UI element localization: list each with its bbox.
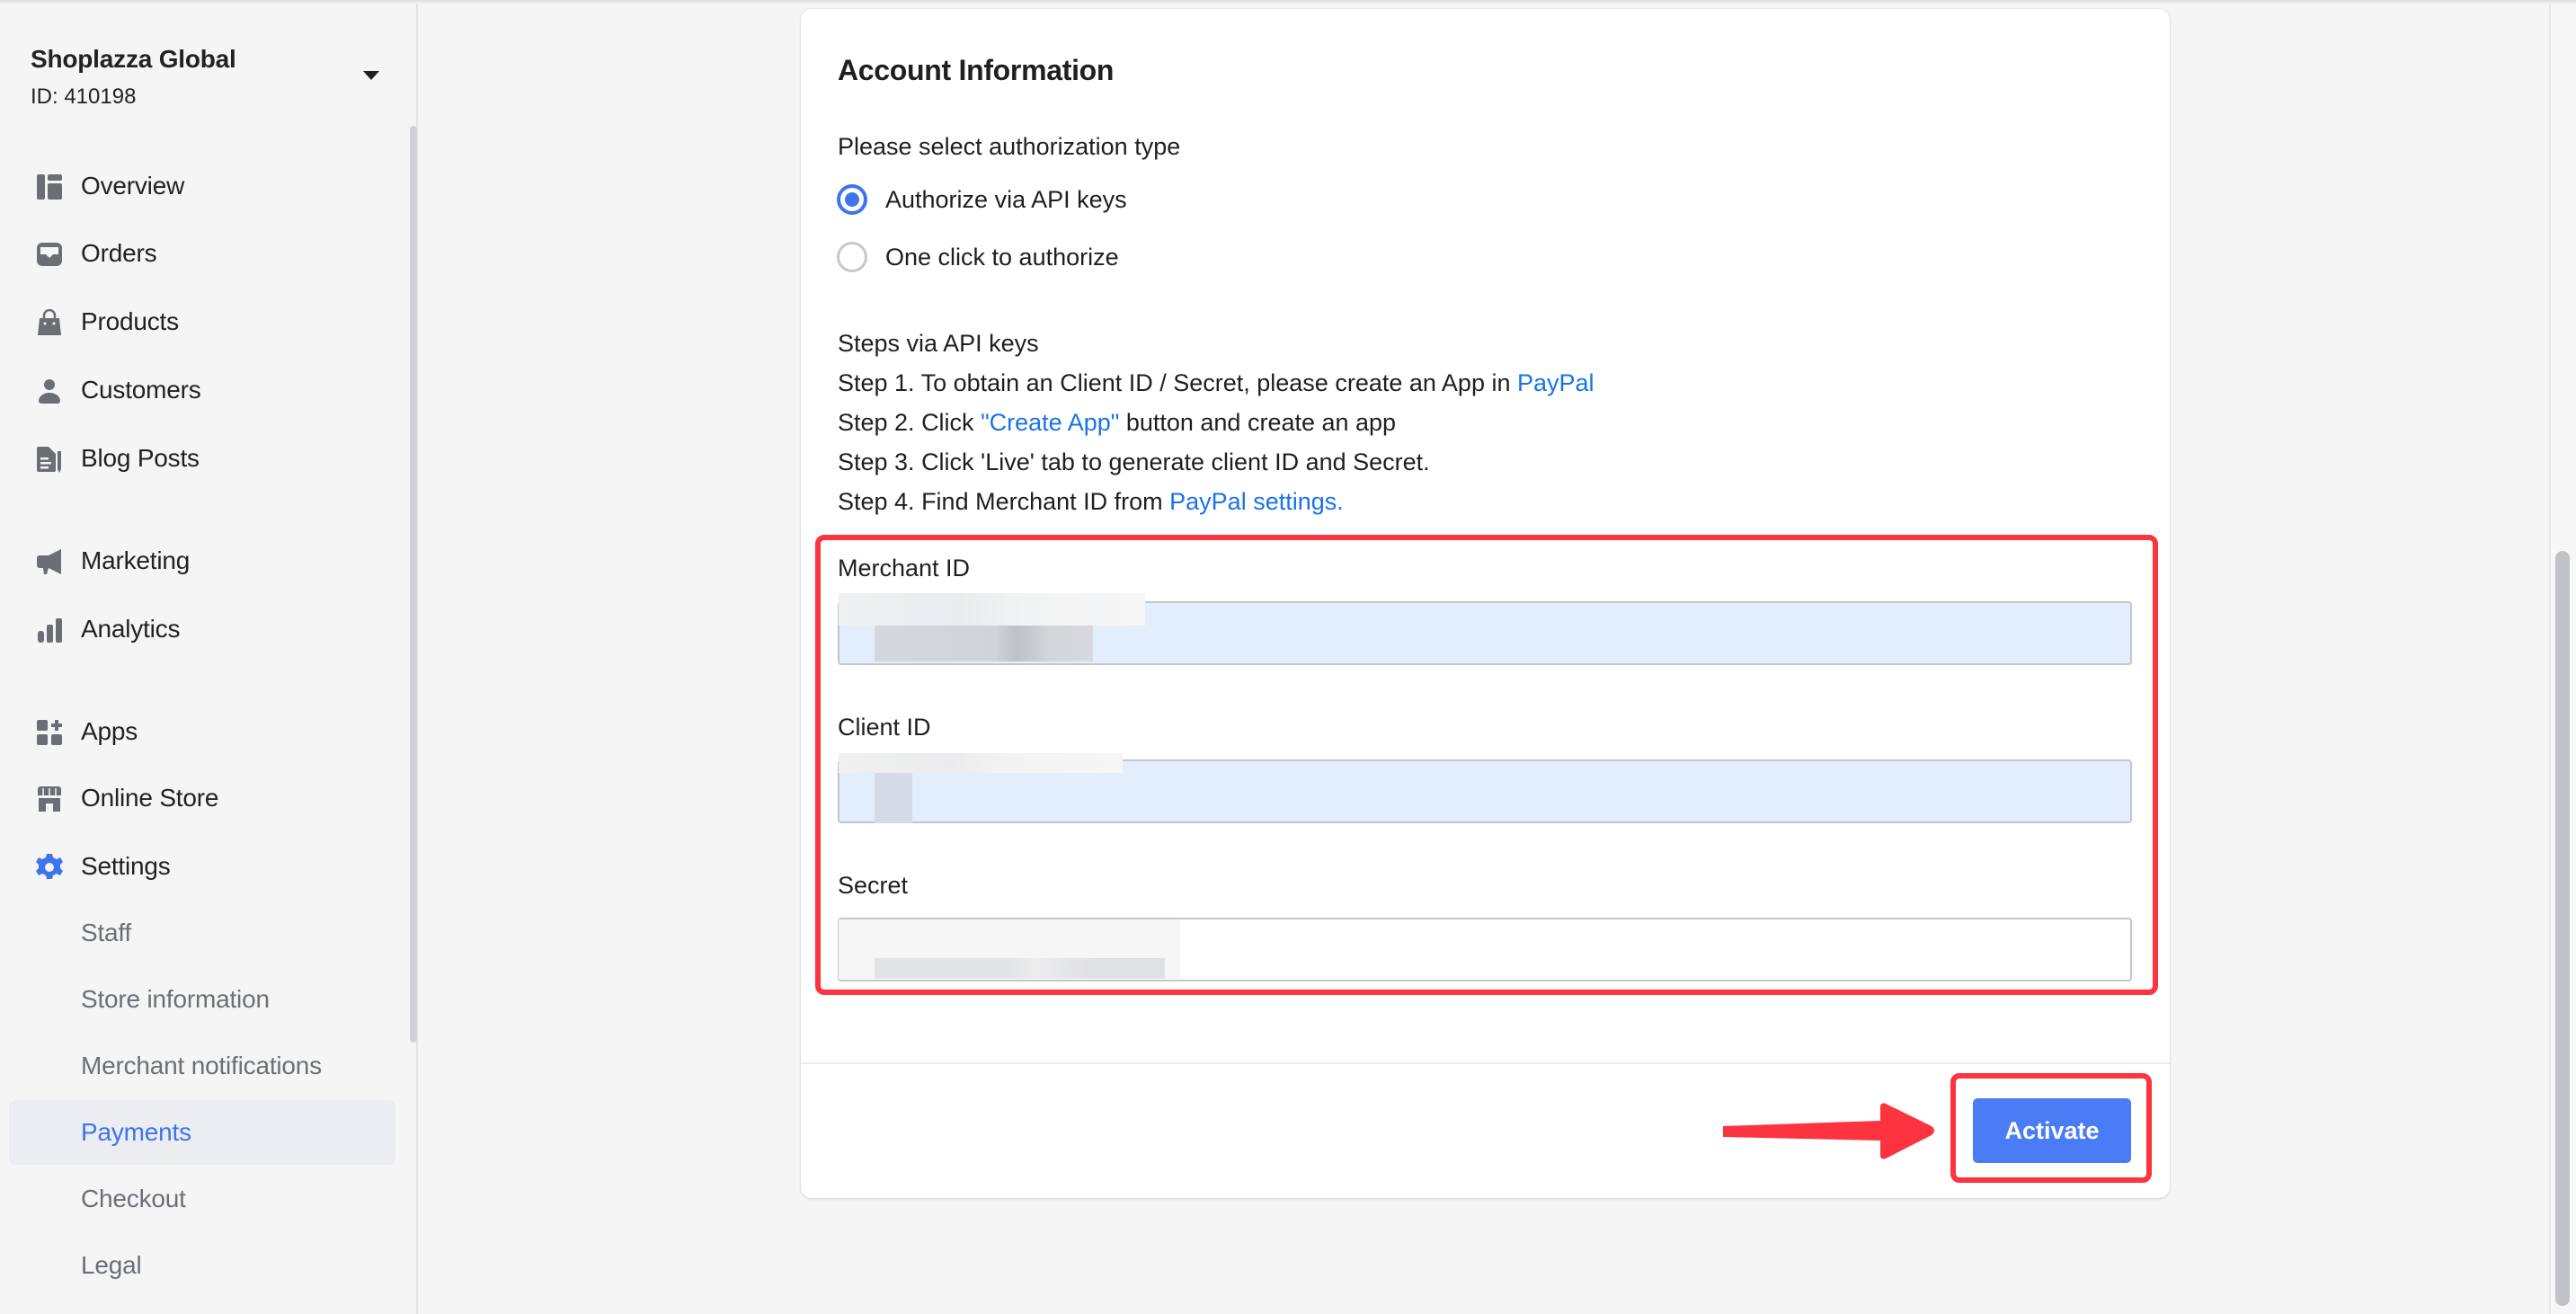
step-4-text: Step 4. Find Merchant ID from — [838, 488, 1170, 515]
sidebar-item-label: Online Store — [81, 784, 219, 812]
shopping-bag-icon — [38, 309, 61, 335]
sidebar-subitem-label: Checkout — [81, 1185, 186, 1212]
paypal-settings-link[interactable]: PayPal settings. — [1169, 488, 1344, 515]
sidebar-scrollbar[interactable] — [410, 126, 417, 1043]
sidebar-item-label: Overview — [81, 172, 185, 200]
sidebar-item-apps[interactable]: Apps — [9, 700, 395, 763]
sidebar-subitem-store-information[interactable]: Store information — [9, 968, 395, 1031]
sidebar-item-label: Apps — [81, 717, 138, 745]
apps-grid-icon — [37, 720, 62, 745]
radio-one-click-authorize[interactable]: One click to authorize — [837, 242, 1119, 272]
auth-type-prompt: Please select authorization type — [838, 133, 1181, 160]
step-2-text: Step 2. Click — [838, 409, 982, 436]
blog-document-icon — [37, 447, 61, 473]
sidebar-item-label: Settings — [81, 852, 171, 880]
steps-instructions: Steps via API keys Step 1. To obtain an … — [838, 324, 1594, 521]
step-3: Step 3. Click 'Live' tab to generate cli… — [838, 448, 1430, 475]
sidebar-item-orders[interactable]: Orders — [9, 222, 395, 285]
sidebar-item-customers[interactable]: Customers — [9, 359, 395, 422]
sidebar-item-blog-posts[interactable]: Blog Posts — [9, 427, 395, 490]
annotation-arrow-icon — [1723, 1103, 1934, 1159]
overview-icon — [37, 174, 62, 200]
step-1-text: Step 1. To obtain an Client ID / Secret,… — [838, 369, 1517, 396]
gear-icon — [36, 854, 63, 879]
sidebar-subitem-label: Payments — [81, 1118, 191, 1146]
account-information-card: Account Information Please select author… — [801, 9, 2170, 1198]
radio-label: One click to authorize — [885, 243, 1119, 271]
sidebar-item-label: Products — [81, 307, 179, 335]
sidebar-item-overview[interactable]: Overview — [9, 155, 395, 218]
radio-button-checked[interactable] — [837, 184, 867, 215]
steps-heading: Steps via API keys — [838, 330, 1039, 357]
main-scrollbar-thumb[interactable] — [2555, 551, 2570, 1306]
person-icon — [39, 379, 60, 404]
sidebar-item-label: Customers — [81, 376, 201, 404]
sidebar-item-marketing[interactable]: Marketing — [9, 529, 395, 592]
sidebar-item-products[interactable]: Products — [9, 290, 395, 353]
radio-authorize-api-keys[interactable]: Authorize via API keys — [837, 184, 1127, 215]
step-2-text-end: button and create an app — [1119, 409, 1397, 436]
sidebar-item-analytics[interactable]: Analytics — [9, 598, 395, 661]
store-switcher-caret-icon[interactable] — [363, 71, 379, 80]
top-border — [0, 0, 2576, 4]
paypal-link[interactable]: PayPal — [1517, 369, 1594, 396]
step-1: Step 1. To obtain an Client ID / Secret,… — [838, 363, 1594, 403]
step-2: Step 2. Click "Create App" button and cr… — [838, 403, 1594, 442]
radio-label: Authorize via API keys — [885, 185, 1127, 213]
sidebar: Shoplazza Global ID: 410198 Overview Ord… — [0, 0, 418, 1314]
store-name: Shoplazza Global — [31, 45, 236, 73]
store-id: ID: 410198 — [31, 84, 137, 109]
sidebar-item-label: Blog Posts — [81, 444, 200, 472]
create-app-link[interactable]: "Create App" — [981, 409, 1119, 436]
sidebar-subitem-payments[interactable]: Payments — [9, 1100, 395, 1165]
sidebar-subitem-label: Store information — [81, 985, 270, 1013]
step-4: Step 4. Find Merchant ID from PayPal set… — [838, 482, 1594, 521]
sidebar-item-settings[interactable]: Settings — [9, 835, 395, 898]
card-footer-divider — [801, 1062, 2170, 1064]
sidebar-subitem-label: Merchant notifications — [81, 1052, 322, 1079]
sidebar-item-label: Analytics — [81, 615, 181, 643]
storefront-icon — [38, 786, 61, 812]
sidebar-item-label: Marketing — [81, 546, 191, 574]
sidebar-subitem-legal[interactable]: Legal — [9, 1234, 395, 1297]
activate-button[interactable]: Activate — [1973, 1098, 2131, 1163]
radio-button-unchecked[interactable] — [837, 242, 867, 272]
sidebar-subitem-label: Legal — [81, 1251, 142, 1279]
sidebar-subitem-merchant-notifications[interactable]: Merchant notifications — [9, 1034, 395, 1097]
sidebar-item-label: Orders — [81, 239, 157, 267]
card-title: Account Information — [838, 54, 1115, 86]
sidebar-item-online-store[interactable]: Online Store — [9, 767, 395, 830]
megaphone-icon — [37, 549, 61, 574]
sidebar-subitem-staff[interactable]: Staff — [9, 901, 395, 964]
bar-chart-icon — [38, 618, 62, 643]
sidebar-subitem-checkout[interactable]: Checkout — [9, 1168, 395, 1230]
sidebar-subitem-label: Staff — [81, 919, 132, 946]
orders-inbox-icon — [37, 243, 62, 266]
annotation-highlight-fields — [815, 535, 2158, 995]
